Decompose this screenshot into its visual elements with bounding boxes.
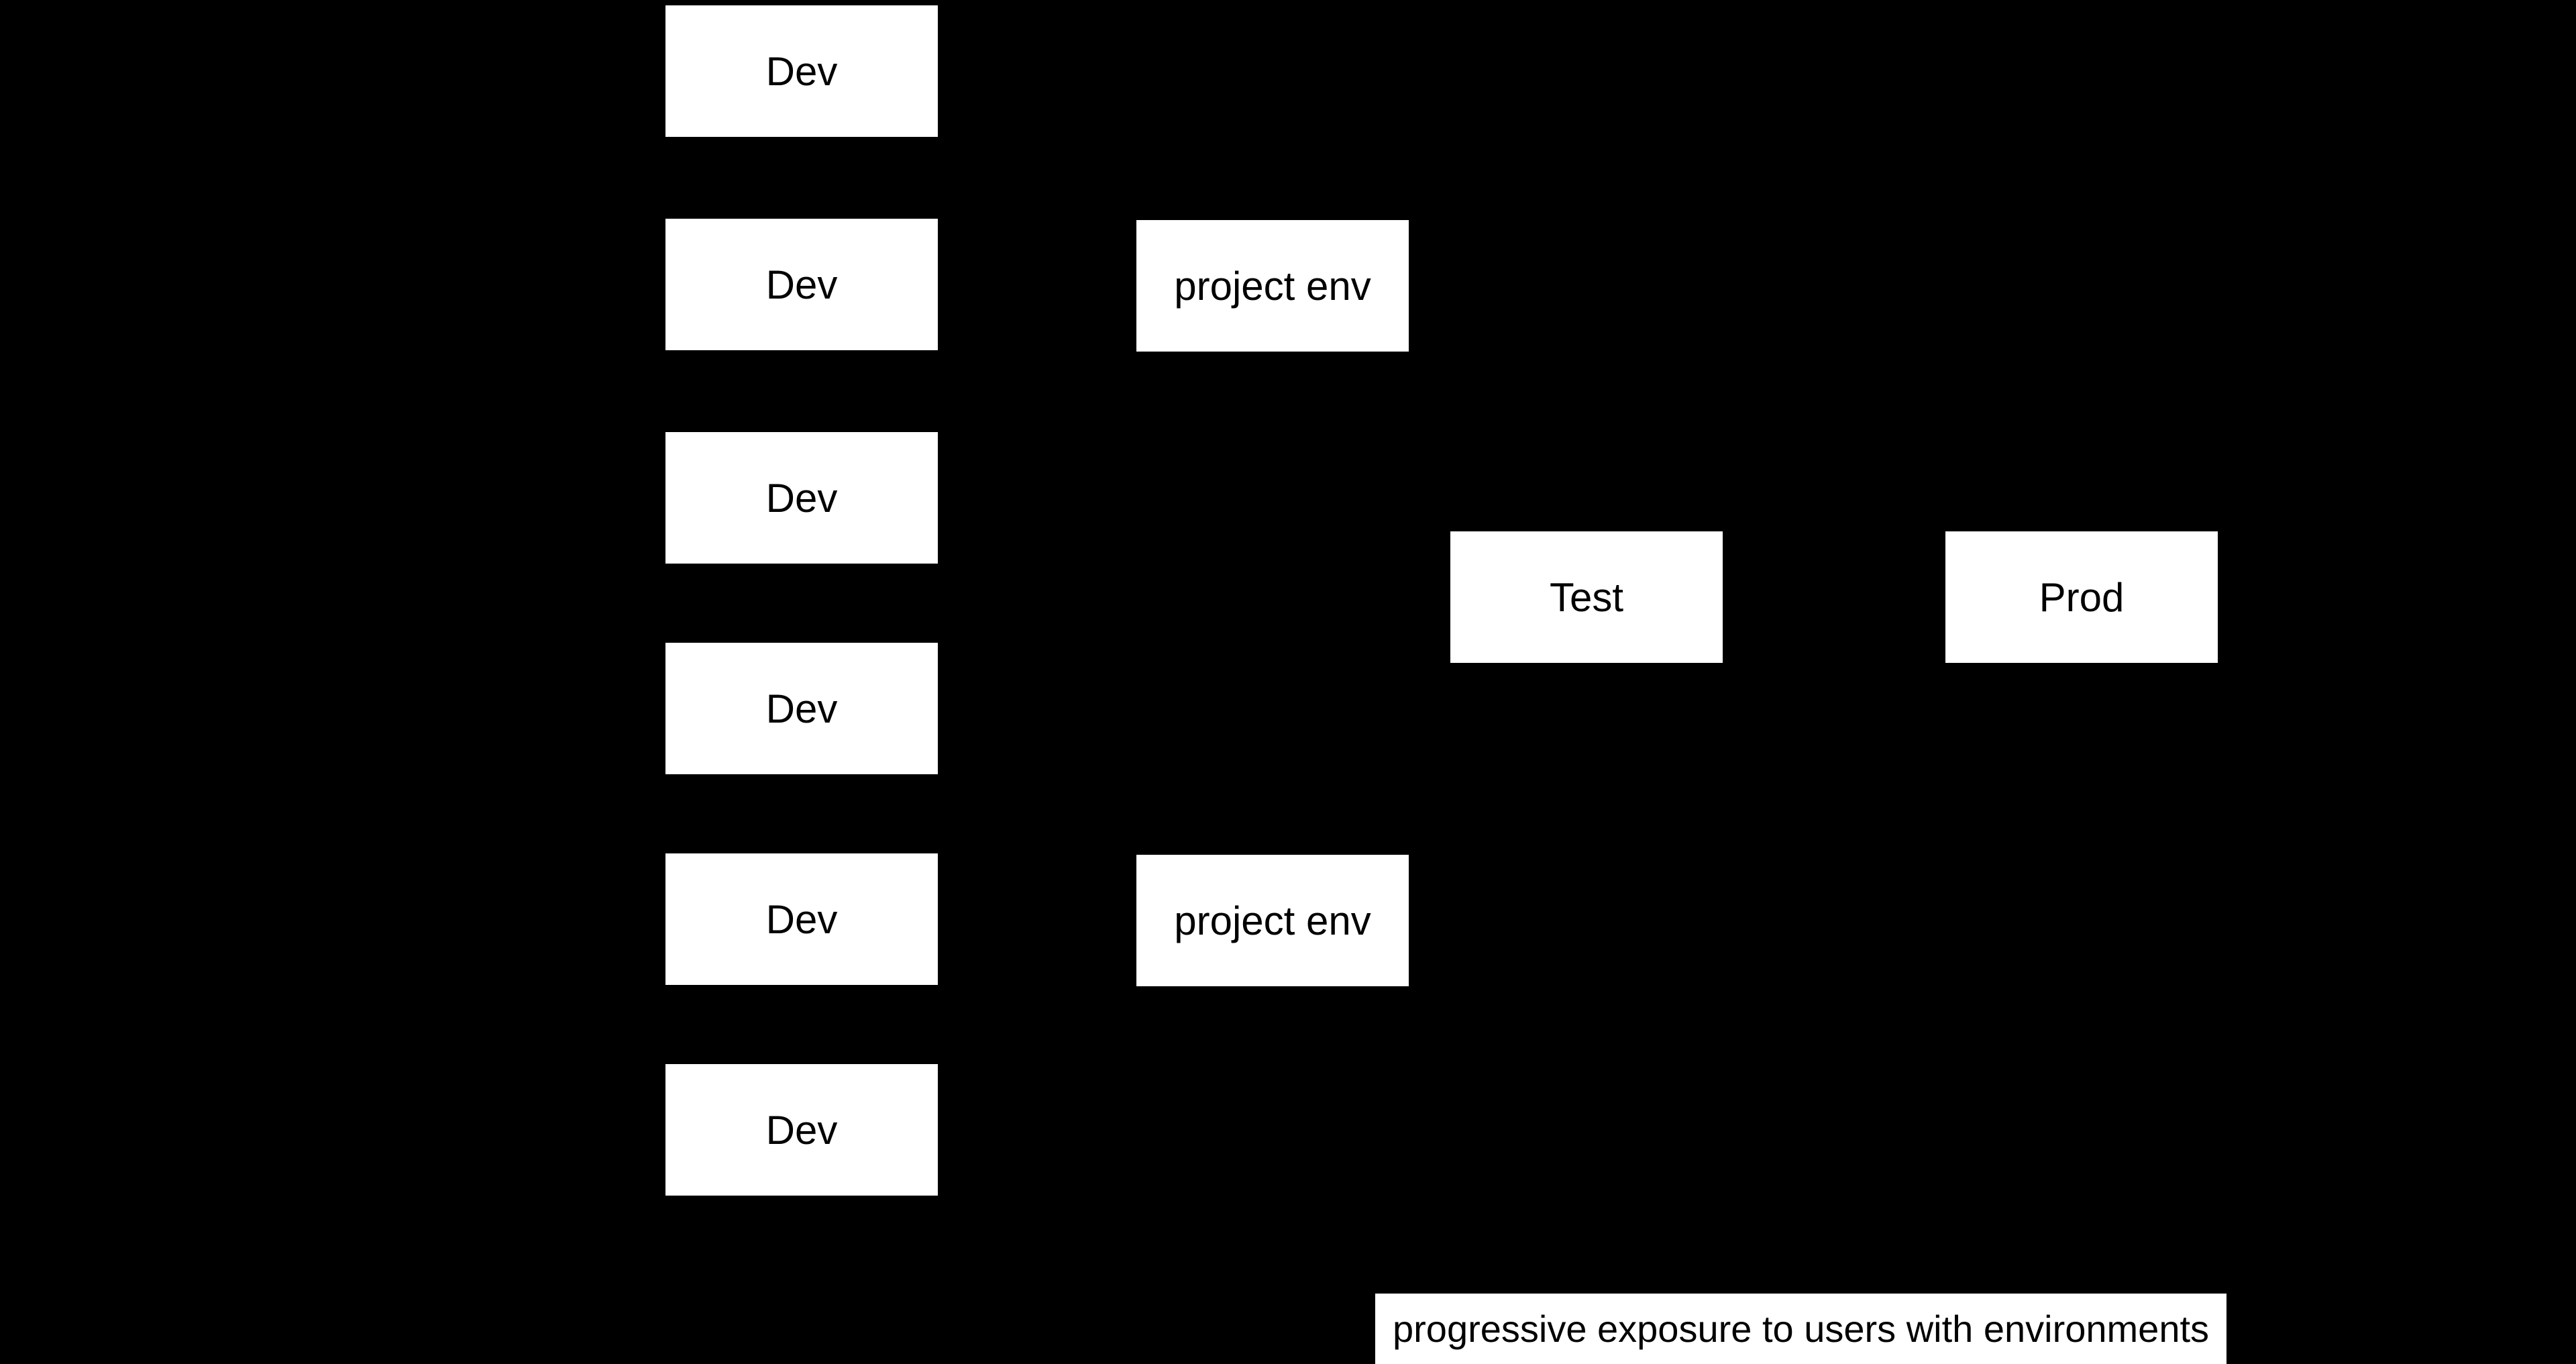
- dev-box-6: Dev: [664, 1063, 939, 1197]
- dev-box-label: Dev: [766, 686, 838, 732]
- dev-box-4: Dev: [664, 641, 939, 776]
- dev-box-label: Dev: [766, 475, 838, 521]
- dev-box-label: Dev: [766, 262, 838, 308]
- dev-box-1: Dev: [664, 4, 939, 138]
- caption: progressive exposure to users with envir…: [1375, 1294, 2226, 1364]
- dev-box-2: Dev: [664, 217, 939, 352]
- dev-box-label: Dev: [766, 48, 838, 95]
- project-env-label: project env: [1174, 898, 1371, 944]
- dev-box-3: Dev: [664, 431, 939, 565]
- prod-box-label: Prod: [2039, 574, 2125, 621]
- project-env-label: project env: [1174, 263, 1371, 309]
- dev-box-5: Dev: [664, 852, 939, 986]
- dev-box-label: Dev: [766, 1107, 838, 1153]
- project-env-box-1: project env: [1135, 219, 1410, 353]
- dev-box-label: Dev: [766, 896, 838, 943]
- project-env-box-2: project env: [1135, 853, 1410, 988]
- caption-text: progressive exposure to users with envir…: [1393, 1308, 2209, 1350]
- test-box-label: Test: [1550, 574, 1623, 621]
- prod-box: Prod: [1944, 530, 2219, 664]
- test-box: Test: [1449, 530, 1724, 664]
